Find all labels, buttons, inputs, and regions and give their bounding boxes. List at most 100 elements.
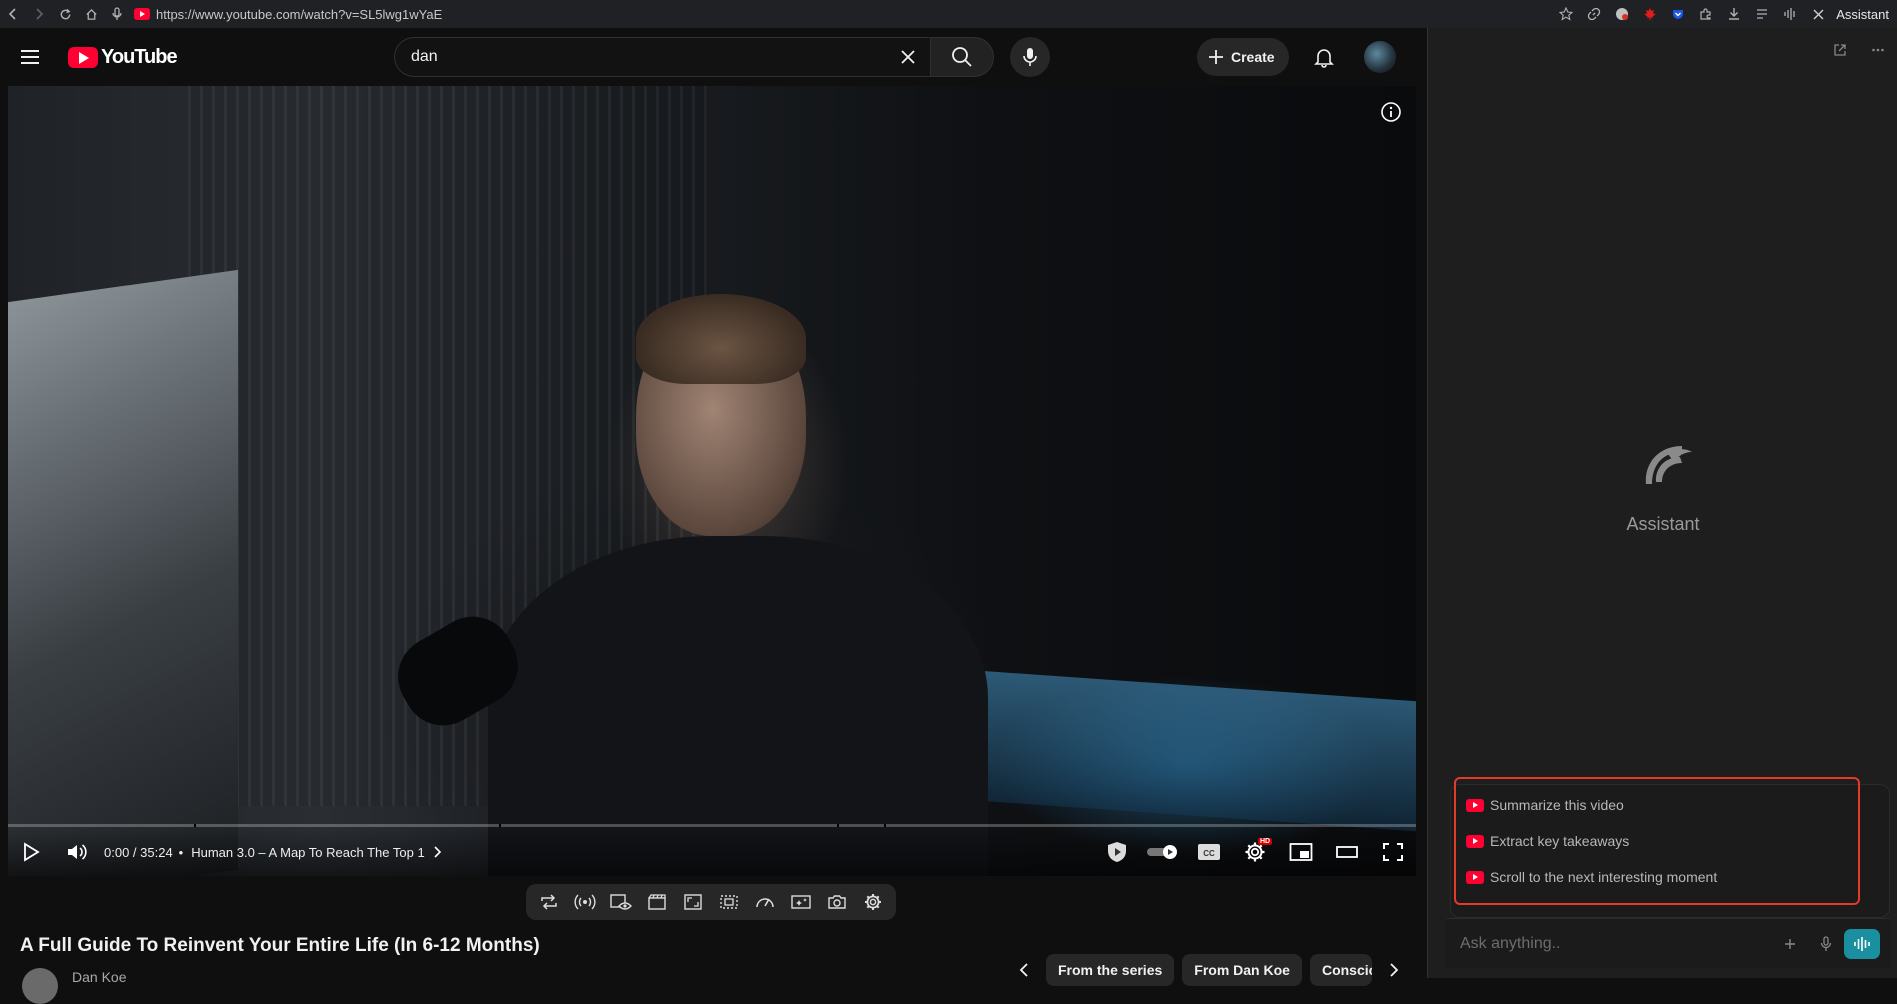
- assistant-logo-icon: [1638, 436, 1694, 492]
- enhance-sparkle-icon[interactable]: [784, 887, 818, 917]
- chip-from-channel[interactable]: From Dan Koe: [1182, 954, 1302, 986]
- suggestions-panel: Summarize this video Extract key takeawa…: [1454, 777, 1860, 905]
- voice-search-button[interactable]: [1010, 37, 1050, 77]
- close-assistant-icon[interactable]: [1806, 0, 1830, 28]
- subtitles-button[interactable]: CC: [1186, 828, 1232, 876]
- chapter-title: Human 3.0 – A Map To Reach The Top 1: [191, 844, 425, 860]
- assistant-microphone-icon[interactable]: [1808, 926, 1844, 962]
- hamburger-menu-icon[interactable]: [18, 45, 42, 69]
- time-display: 0:00 / 35:24: [104, 844, 173, 860]
- puzzle-extensions-icon[interactable]: [1694, 0, 1718, 28]
- home-icon[interactable]: [78, 0, 104, 28]
- miniplayer-button[interactable]: [1278, 828, 1324, 876]
- theater-mode-button[interactable]: [1324, 828, 1370, 876]
- fullscreen-button[interactable]: [1370, 828, 1416, 876]
- more-options-icon[interactable]: [1871, 43, 1885, 57]
- video-frame-person-hair: [636, 294, 806, 384]
- forward-icon[interactable]: [26, 0, 52, 28]
- account-avatar[interactable]: [1364, 41, 1396, 73]
- voice-search-icon[interactable]: [104, 0, 130, 28]
- suggestion-label: Scroll to the next interesting moment: [1490, 869, 1718, 885]
- assistant-tab-label[interactable]: Assistant: [1836, 7, 1889, 22]
- chips-next-icon[interactable]: [1380, 958, 1408, 982]
- volume-icon: [68, 844, 87, 860]
- search-input[interactable]: [411, 48, 896, 66]
- youtube-play-logo-icon: [68, 47, 98, 68]
- chapter-button[interactable]: • Human 3.0 – A Map To Reach The Top 1: [179, 845, 441, 860]
- channel-avatar[interactable]: [22, 968, 58, 1004]
- clear-search-icon[interactable]: [896, 45, 920, 69]
- maple-leaf-icon[interactable]: [1638, 0, 1662, 28]
- browser-toolbar: https://www.youtube.com/watch?v=SL5lwg1w…: [0, 0, 1897, 28]
- fullscreen-icon: [1383, 843, 1403, 861]
- youtube-favicon-icon: [134, 8, 150, 20]
- recommendation-chips: From the series From Dan Koe Conscious: [1010, 954, 1408, 986]
- chip-conscious[interactable]: Conscious: [1309, 954, 1372, 986]
- youtube-logo[interactable]: YouTube: [68, 46, 178, 69]
- search-button[interactable]: [930, 37, 994, 77]
- logo-text: YouTube: [101, 46, 178, 68]
- channel-name[interactable]: Dan Koe: [72, 969, 126, 985]
- play-button[interactable]: [8, 828, 54, 876]
- attach-plus-icon[interactable]: [1772, 926, 1808, 962]
- reading-list-icon[interactable]: [1750, 0, 1774, 28]
- chips-prev-icon[interactable]: [1010, 958, 1038, 982]
- ask-input[interactable]: [1460, 934, 1772, 953]
- chevron-right-icon: [434, 846, 441, 858]
- frame-crop-icon[interactable]: [712, 887, 746, 917]
- youtube-mini-icon: [1466, 834, 1484, 848]
- theater-mode-icon: [1336, 846, 1358, 858]
- chapter-marker: [837, 824, 839, 827]
- notifications-bell-icon[interactable]: [1308, 41, 1340, 73]
- video-title: A Full Guide To Reinvent Your Entire Lif…: [20, 935, 540, 956]
- extension-toolbar: [526, 884, 896, 920]
- bookmark-star-icon[interactable]: [1554, 0, 1578, 28]
- chapter-marker: [499, 824, 501, 827]
- loop-icon[interactable]: [532, 887, 566, 917]
- extension-settings-gear-icon[interactable]: [856, 887, 890, 917]
- video-player[interactable]: 0:00 / 35:24 • Human 3.0 – A Map To Reac…: [8, 86, 1416, 876]
- youtube-mini-icon: [1466, 798, 1484, 812]
- player-controls: 0:00 / 35:24 • Human 3.0 – A Map To Reac…: [8, 828, 1416, 876]
- suggestion-next-moment[interactable]: Scroll to the next interesting moment: [1466, 859, 1848, 895]
- search-bar: [394, 37, 994, 77]
- url-text[interactable]: https://www.youtube.com/watch?v=SL5lwg1w…: [156, 7, 442, 22]
- miniplayer-icon: [1289, 843, 1313, 861]
- watched-eye-icon[interactable]: [604, 887, 638, 917]
- clapperboard-icon[interactable]: [640, 887, 674, 917]
- microphone-icon: [1023, 48, 1037, 66]
- svg-text:CC: CC: [1203, 849, 1215, 858]
- autoplay-toggle[interactable]: [1140, 828, 1186, 876]
- pocket-icon[interactable]: [1666, 0, 1690, 28]
- suggestion-takeaways[interactable]: Extract key takeaways: [1466, 823, 1848, 859]
- hd-badge: HD: [1258, 838, 1273, 845]
- extension-globe-icon[interactable]: [1610, 0, 1634, 28]
- search-box: [394, 37, 930, 77]
- youtube-mini-icon: [1466, 870, 1484, 884]
- link-icon[interactable]: [1582, 0, 1606, 28]
- audio-wave-icon[interactable]: [1778, 0, 1802, 28]
- shield-badge-button[interactable]: [1094, 828, 1140, 876]
- closed-captions-icon: CC: [1198, 844, 1220, 860]
- back-icon[interactable]: [0, 0, 26, 28]
- chip-from-the-series[interactable]: From the series: [1046, 954, 1175, 986]
- voice-wave-icon: [1854, 936, 1870, 951]
- settings-button[interactable]: HD: [1232, 828, 1278, 876]
- open-external-icon[interactable]: [1833, 43, 1847, 57]
- assistant-sidebar: Assistant Summarize this video Extract k…: [1427, 28, 1897, 978]
- voice-mode-button[interactable]: [1844, 928, 1880, 959]
- search-icon: [952, 47, 972, 67]
- create-button[interactable]: Create: [1197, 38, 1289, 76]
- address-bar[interactable]: https://www.youtube.com/watch?v=SL5lwg1w…: [134, 7, 442, 22]
- suggestion-label: Extract key takeaways: [1490, 833, 1630, 849]
- volume-button[interactable]: [54, 828, 100, 876]
- reload-icon[interactable]: [52, 0, 78, 28]
- broadcast-icon[interactable]: [568, 887, 602, 917]
- progress-bar[interactable]: [8, 824, 1416, 827]
- speedometer-icon[interactable]: [748, 887, 782, 917]
- suggestion-summarize[interactable]: Summarize this video: [1466, 787, 1848, 823]
- download-icon[interactable]: [1722, 0, 1746, 28]
- info-icon[interactable]: [1380, 101, 1404, 125]
- aspect-ratio-icon[interactable]: [676, 887, 710, 917]
- screenshot-camera-icon[interactable]: [820, 887, 854, 917]
